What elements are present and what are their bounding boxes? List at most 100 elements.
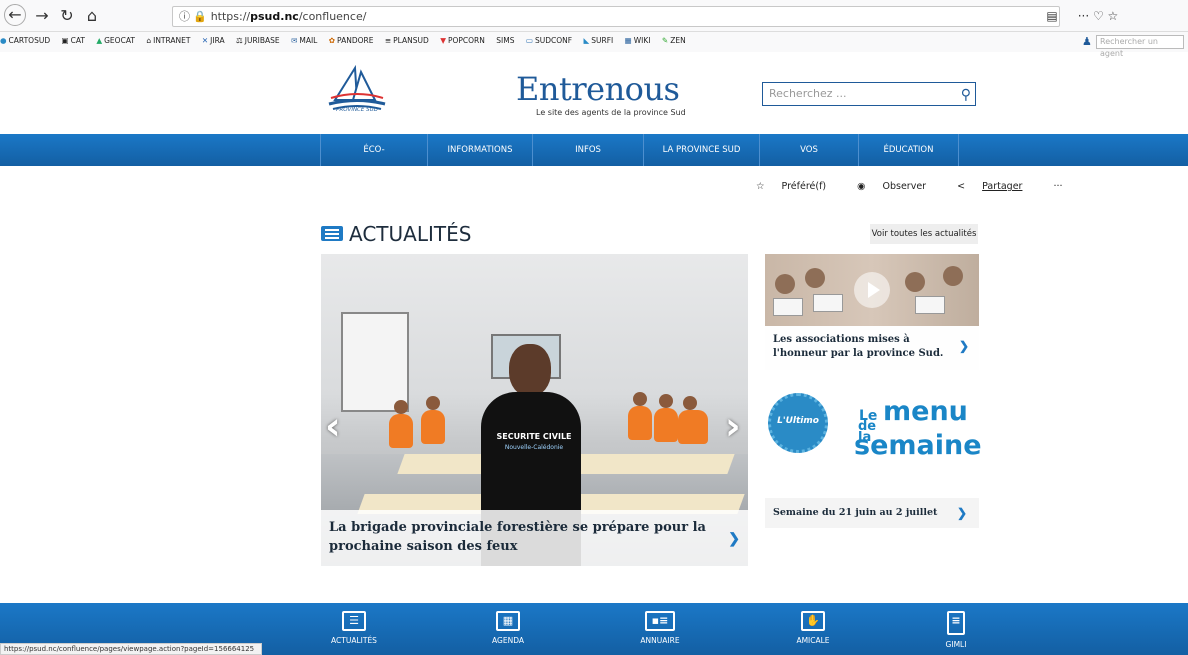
photo-person — [426, 396, 440, 410]
bookmark-cat[interactable]: ▣ CAT — [61, 32, 84, 50]
bookmark-juribase[interactable]: ⚖ JURIBASE — [236, 32, 280, 50]
site-subtitle: Le site des agents de la province Sud — [536, 108, 686, 117]
bookmark-intranet[interactable]: ⌂ INTRANET — [146, 32, 190, 50]
photo-certificate — [773, 298, 803, 316]
photo-person — [659, 394, 673, 408]
site-search-input[interactable]: Recherchez ... ⚲ — [762, 82, 976, 106]
nav-eco-responsabilite[interactable]: ÉCO-RESPONSABILITÉ — [320, 134, 428, 187]
ultimo-logo: L'Ultimo — [768, 393, 828, 453]
footer-amicale[interactable]: ✋ AMICALE — [783, 611, 843, 645]
watch-button[interactable]: ◉ Observer — [857, 181, 940, 192]
footer-actualites[interactable]: ☰ ACTUALITÉS — [324, 611, 384, 645]
bookmark-surfi[interactable]: ◣ SURFI — [583, 32, 613, 50]
bookmark-plansud[interactable]: ≡ PLANSUD — [385, 32, 429, 50]
photo-person — [775, 274, 795, 294]
lock-icon: 🔒 — [193, 10, 207, 23]
bookmark-cartosud[interactable]: ● CARTOSUD — [0, 32, 50, 50]
shirt-text: SECURITE CIVILE — [496, 432, 572, 441]
footer-gimli[interactable]: ≡ GIMLI — [926, 611, 986, 649]
bookmark-pandore[interactable]: ✿ PANDORE — [329, 32, 374, 50]
forward-icon[interactable]: → — [30, 4, 54, 28]
share-button[interactable]: < Partager — [957, 181, 1036, 192]
person-icon: ♟ — [1082, 35, 1092, 48]
photo-person — [683, 396, 697, 410]
browser-status-bar: https://psud.nc/confluence/pages/viewpag… — [0, 643, 262, 655]
photo-person — [633, 392, 647, 406]
nav-la-province-sud[interactable]: LA PROVINCE SUD — [644, 134, 760, 166]
footer-label: AMICALE — [796, 636, 830, 645]
more-actions-button[interactable]: ··· — [1053, 181, 1062, 192]
photo-person — [943, 266, 963, 286]
bookmark-zen[interactable]: ✎ ZEN — [662, 32, 686, 50]
footer-annuaire[interactable]: ▪≡ ANNUAIRE — [630, 611, 690, 645]
footer-label: ACTUALITÉS — [331, 636, 377, 645]
page-actions: ☆ Préféré(f) ◉ Observer < Partager ··· — [756, 181, 1077, 192]
bookmark-sudconf[interactable]: ▭ SUDCONF — [526, 32, 572, 50]
footer-label: AGENDA — [492, 636, 524, 645]
photo-person — [654, 408, 678, 442]
photo-person — [389, 414, 413, 448]
footer-label: ANNUAIRE — [640, 636, 680, 645]
carousel-prev-icon[interactable]: ‹ — [325, 404, 341, 448]
bookmarks-bar: ● CARTOSUD ▣ CAT ▲ GEOCAT ⌂ INTRANET ✕ JIRA ⚖… — [0, 32, 1188, 52]
menu-word-menu: menu — [883, 396, 968, 427]
nav-education[interactable]: ÉDUCATION — [859, 134, 959, 166]
chevron-right-icon[interactable]: ❯ — [959, 339, 969, 353]
favorite-button[interactable]: ☆ Préféré(f) — [756, 181, 840, 192]
nav-infos-pratiques[interactable]: INFOS PRATIQUES — [533, 134, 644, 187]
menu-caption[interactable]: Semaine du 21 juin au 2 juillet ❯ — [765, 498, 979, 528]
bookmark-geocat[interactable]: ▲ GEOCAT — [96, 32, 135, 50]
chevron-right-icon[interactable]: ❯ — [728, 530, 740, 549]
browser-toolbar: ← → ↻ ⌂ ⓘ 🔒 https://psud.nc/confluence/ ▤ … — [0, 0, 1188, 32]
news-icon — [321, 226, 343, 241]
eye-icon: ◉ — [857, 181, 869, 192]
photo-person — [805, 268, 825, 288]
calendar-icon: ▦ — [496, 611, 520, 631]
site-title[interactable]: Entrenous — [516, 70, 680, 108]
bookmark-popcorn[interactable]: ▼ POPCORN — [440, 32, 485, 50]
bookmark-jira[interactable]: ✕ JIRA — [202, 32, 225, 50]
bookmark-mail[interactable]: ✉ MAIL — [291, 32, 317, 50]
shirt-subtext: Nouvelle-Calédonie — [504, 444, 564, 451]
play-icon[interactable] — [854, 272, 890, 308]
search-placeholder: Recherchez ... — [769, 87, 847, 100]
photo-person — [678, 410, 708, 444]
nav-vos-directions[interactable]: VOS DIRECTIONS — [760, 134, 859, 187]
photo-person — [421, 410, 445, 444]
carousel-next-icon[interactable]: › — [725, 404, 741, 448]
bookmark-wiki[interactable]: ▦ WIKI — [625, 32, 651, 50]
star-icon: ☆ — [756, 181, 768, 192]
menu-week-title: Semaine du 21 juin au 2 juillet — [773, 507, 938, 518]
nav-informations-rh[interactable]: INFORMATIONS RH — [428, 134, 533, 187]
home-icon[interactable]: ⌂ — [80, 4, 104, 28]
agent-search-input[interactable]: Rechercher un agent — [1096, 35, 1184, 58]
url-host: psud.nc — [250, 10, 299, 23]
all-news-button[interactable]: Voir toutes les actualités — [870, 224, 978, 244]
main-nav: ÉCO-RESPONSABILITÉ INFORMATIONS RH INFOS… — [320, 134, 959, 187]
main-news-caption[interactable]: La brigade provinciale forestière se pré… — [321, 510, 748, 566]
bookmark-sims[interactable]: SIMS — [496, 32, 514, 50]
logo-text: PROVINCE SUD — [336, 107, 378, 113]
photo-whiteboard — [341, 312, 409, 412]
news-title: ACTUALITÉS — [349, 222, 472, 246]
contact-card-icon: ▪≡ — [645, 611, 675, 631]
document-icon: ≡ — [947, 611, 965, 635]
main-news-title: La brigade provinciale forestière se pré… — [329, 520, 706, 554]
reader-view-icon[interactable]: ▤ — [1040, 4, 1064, 28]
url-bar[interactable]: ⓘ 🔒 https://psud.nc/confluence/ — [172, 6, 1060, 27]
menu-image[interactable]: L'Ultimo Le menu de la semaine — [765, 386, 982, 496]
info-icon[interactable]: ⓘ — [179, 10, 190, 23]
menu-word-semaine: semaine — [854, 430, 982, 461]
reload-icon[interactable]: ↻ — [55, 4, 79, 28]
associations-caption[interactable]: Les associations mises à l'honneur par l… — [765, 326, 979, 370]
url-prefix: https:// — [210, 10, 251, 23]
associations-title: Les associations mises à l'honneur par l… — [773, 334, 944, 359]
back-icon[interactable]: ← — [4, 4, 26, 26]
handshake-icon: ✋ — [801, 611, 825, 631]
url-path: /confluence/ — [298, 10, 367, 23]
province-sud-logo[interactable]: PROVINCE SUD — [327, 62, 387, 117]
footer-agenda[interactable]: ▦ AGENDA — [478, 611, 538, 645]
search-icon[interactable]: ⚲ — [961, 84, 971, 106]
page-actions-icon[interactable]: ··· ♡ ☆ — [1068, 4, 1128, 28]
chevron-right-icon[interactable]: ❯ — [957, 498, 967, 528]
